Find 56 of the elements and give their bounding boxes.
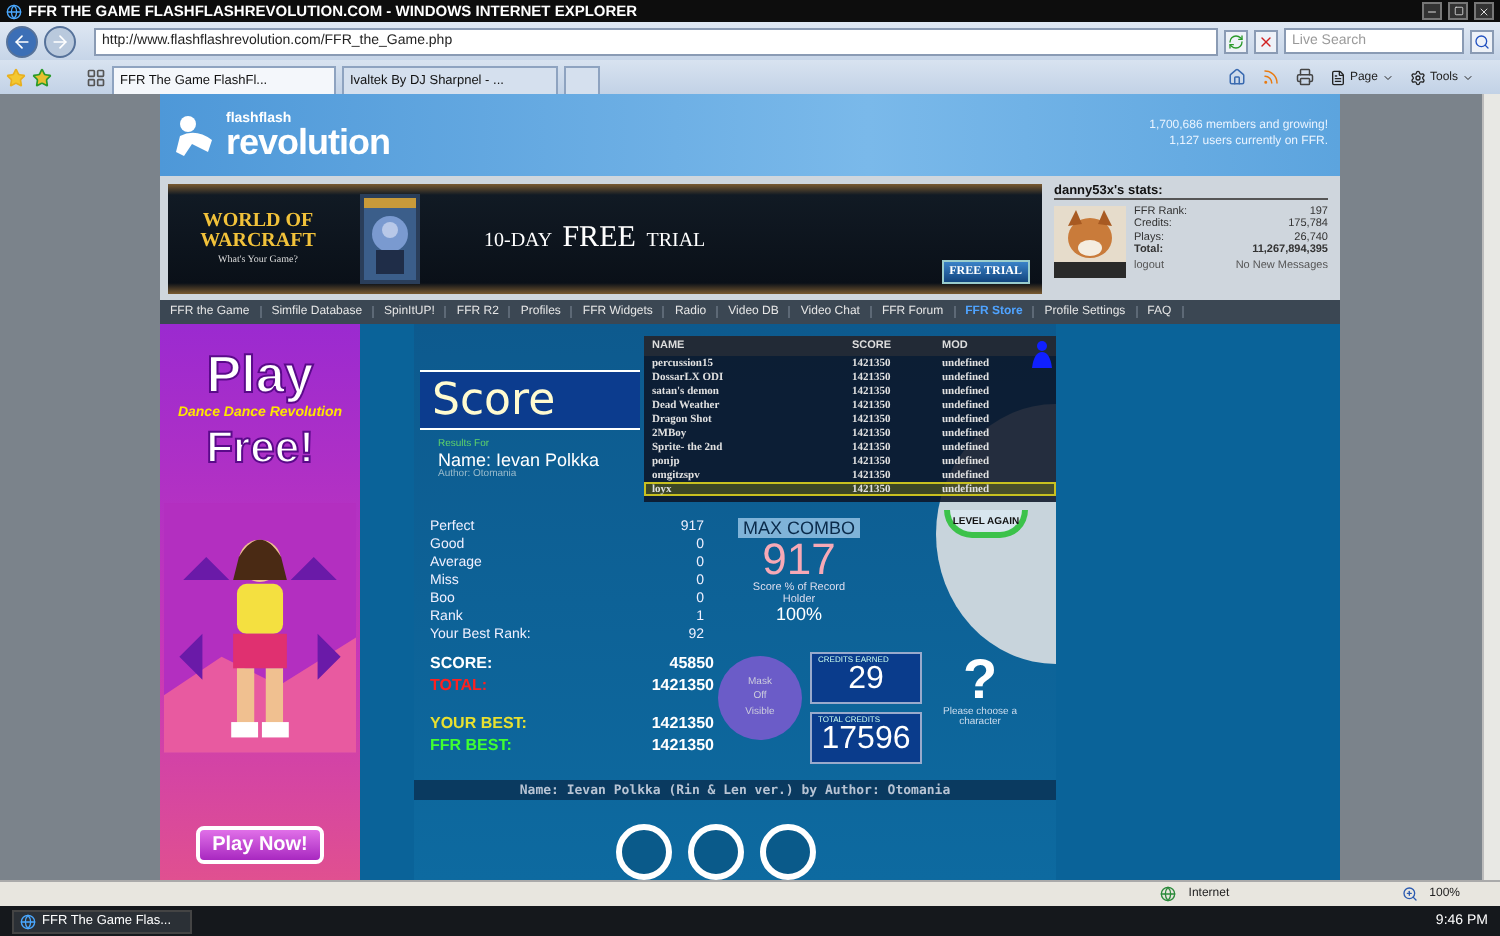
stop-button[interactable] [1254, 29, 1278, 53]
minimize-icon [1426, 5, 1438, 17]
close-icon [1478, 5, 1490, 17]
total-label: YOUR BEST: [430, 713, 527, 732]
round-game-button[interactable] [615, 823, 671, 880]
total-value: 45850 [669, 653, 714, 672]
score-heading: Score [420, 370, 640, 430]
round-game-button[interactable] [759, 823, 815, 880]
quick-tabs-icon[interactable] [86, 67, 106, 87]
forward-button[interactable] [44, 25, 76, 57]
browser-icon [6, 3, 22, 19]
back-button[interactable] [6, 25, 38, 57]
total-label: TOTAL: [430, 675, 488, 694]
zoom-icon [1401, 886, 1418, 902]
song-name: Name: Ievan Polkka [438, 451, 602, 469]
search-button[interactable] [1470, 29, 1494, 53]
page-icon [1329, 69, 1346, 85]
maximize-button[interactable] [1448, 2, 1468, 20]
caret-icon [1381, 71, 1394, 83]
total-value: 1421350 [651, 735, 714, 754]
arrow-right-icon [50, 31, 70, 51]
character-select[interactable]: ? [962, 651, 998, 708]
refresh-button[interactable] [1224, 29, 1248, 53]
total-value: 1421350 [651, 675, 714, 694]
play-now-button[interactable]: Play Now! [196, 826, 324, 864]
scrollbar[interactable] [1482, 94, 1500, 880]
ad-title: Play [206, 348, 314, 400]
browser-icon [20, 913, 36, 929]
search-icon [1474, 33, 1490, 49]
home-icon[interactable] [1227, 68, 1246, 86]
record-percent: 100% [775, 605, 823, 626]
globe-icon [1160, 886, 1177, 902]
round-game-button[interactable] [687, 823, 743, 880]
total-label: SCORE: [430, 653, 493, 672]
refresh-icon [1228, 33, 1244, 49]
total-credits-value: 17596 [819, 724, 913, 757]
caret-icon [1462, 71, 1474, 83]
credits-earned-value: 29 [846, 664, 886, 697]
max-combo-value: 917 [762, 537, 836, 582]
ad-subtitle: Free! [206, 426, 314, 470]
game-logo: WORLD OF WARCRAFT [198, 211, 318, 251]
total-label: FFR BEST: [430, 735, 512, 754]
favorites-star-icon[interactable] [6, 67, 26, 87]
close-icon [1258, 33, 1274, 49]
gear-icon [1409, 69, 1426, 85]
minimize-button[interactable] [1422, 2, 1442, 20]
max-combo-label: MAX COMBO [738, 517, 859, 538]
total-value: 1421350 [651, 713, 714, 732]
add-favorite-icon[interactable] [32, 67, 52, 87]
logo-text: revolution [226, 125, 391, 159]
arrow-left-icon [12, 31, 32, 51]
ad-headline: 10-DAY FREE TRIAL [484, 221, 706, 255]
print-icon[interactable] [1295, 68, 1314, 86]
figure-icon [1030, 340, 1054, 368]
close-button[interactable] [1474, 2, 1494, 20]
maximize-icon [1453, 6, 1463, 16]
